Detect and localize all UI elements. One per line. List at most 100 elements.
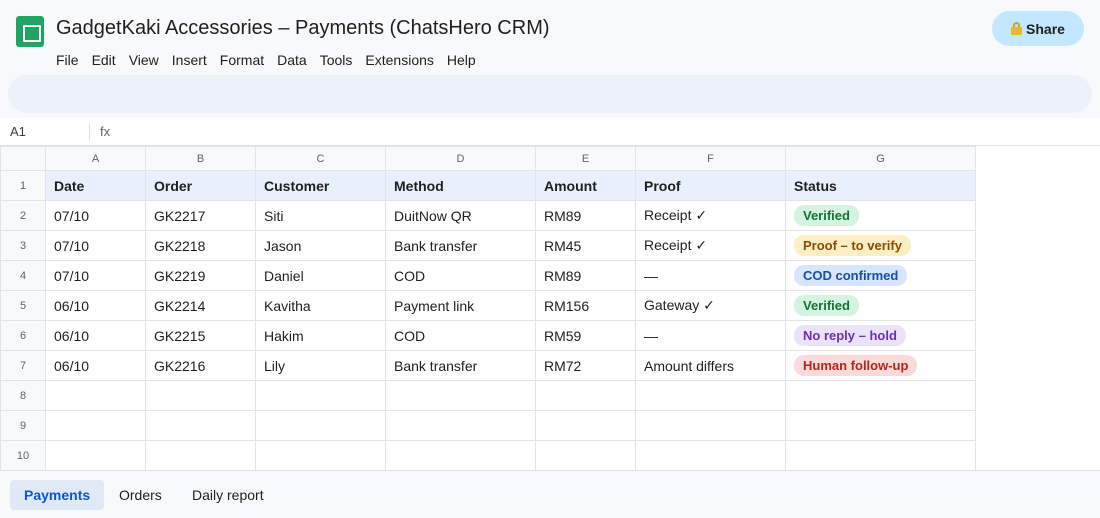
column-header-a[interactable]: A (45, 146, 146, 171)
cell-amount[interactable]: RM59 (535, 320, 636, 351)
cell-order[interactable]: GK2214 (145, 290, 256, 321)
empty-cell[interactable] (255, 410, 386, 441)
column-header-f[interactable]: F (635, 146, 786, 171)
empty-cell[interactable] (785, 440, 976, 471)
cell-order[interactable]: GK2217 (145, 200, 256, 231)
empty-cell[interactable] (635, 410, 786, 441)
row-number[interactable]: 10 (0, 440, 46, 471)
menu-extensions[interactable]: Extensions (359, 52, 440, 68)
empty-cell[interactable] (45, 380, 146, 411)
column-header-e[interactable]: E (535, 146, 636, 171)
menu-insert[interactable]: Insert (165, 52, 213, 68)
cell-status[interactable]: Verified (785, 200, 976, 231)
empty-cell[interactable] (635, 380, 786, 411)
cell-date[interactable]: 07/10 (45, 260, 146, 291)
row-number[interactable]: 3 (0, 230, 46, 261)
header-cell-amount[interactable]: Amount (535, 170, 636, 201)
cell-method[interactable]: Payment link (385, 290, 536, 321)
empty-cell[interactable] (45, 410, 146, 441)
cell-date[interactable]: 07/10 (45, 200, 146, 231)
header-cell-customer[interactable]: Customer (255, 170, 386, 201)
empty-cell[interactable] (535, 410, 636, 441)
row-number[interactable]: 9 (0, 410, 46, 441)
cell-proof[interactable]: — (635, 320, 786, 351)
cell-status[interactable]: Proof – to verify (785, 230, 976, 261)
select-all-corner[interactable] (0, 146, 46, 171)
cell-method[interactable]: COD (385, 320, 536, 351)
column-header-c[interactable]: C (255, 146, 386, 171)
row-number[interactable]: 5 (0, 290, 46, 321)
cell-customer[interactable]: Siti (255, 200, 386, 231)
empty-cell[interactable] (785, 380, 976, 411)
empty-cell[interactable] (385, 380, 536, 411)
row-number[interactable]: 1 (0, 170, 46, 201)
column-header-d[interactable]: D (385, 146, 536, 171)
empty-cell[interactable] (385, 410, 536, 441)
cell-amount[interactable]: RM156 (535, 290, 636, 321)
cell-method[interactable]: DuitNow QR (385, 200, 536, 231)
cell-order[interactable]: GK2215 (145, 320, 256, 351)
menu-file[interactable]: File (56, 52, 85, 68)
empty-cell[interactable] (45, 440, 146, 471)
cell-amount[interactable]: RM72 (535, 350, 636, 381)
menu-tools[interactable]: Tools (313, 52, 359, 68)
toolbar[interactable] (8, 75, 1092, 113)
row-number[interactable]: 6 (0, 320, 46, 351)
sheet-tab-daily-report[interactable]: Daily report (178, 480, 278, 510)
cell-order[interactable]: GK2216 (145, 350, 256, 381)
cell-status[interactable]: No reply – hold (785, 320, 976, 351)
row-number[interactable]: 4 (0, 260, 46, 291)
cell-status[interactable]: Verified (785, 290, 976, 321)
cell-order[interactable]: GK2219 (145, 260, 256, 291)
cell-status[interactable]: COD confirmed (785, 260, 976, 291)
menu-edit[interactable]: Edit (85, 52, 122, 68)
menu-help[interactable]: Help (440, 52, 482, 68)
header-cell-order[interactable]: Order (145, 170, 256, 201)
name-box[interactable]: A1 (10, 124, 26, 139)
empty-cell[interactable] (535, 440, 636, 471)
empty-cell[interactable] (145, 440, 256, 471)
cell-customer[interactable]: Hakim (255, 320, 386, 351)
empty-cell[interactable] (535, 380, 636, 411)
cell-method[interactable]: Bank transfer (385, 230, 536, 261)
menu-data[interactable]: Data (271, 52, 314, 68)
document-title[interactable]: GadgetKaki Accessories – Payments (Chats… (56, 17, 550, 40)
cell-amount[interactable]: RM89 (535, 260, 636, 291)
cell-proof[interactable]: — (635, 260, 786, 291)
row-number[interactable]: 7 (0, 350, 46, 381)
cell-date[interactable]: 06/10 (45, 350, 146, 381)
share-button[interactable]: Share (992, 11, 1084, 46)
empty-cell[interactable] (635, 440, 786, 471)
cell-customer[interactable]: Kavitha (255, 290, 386, 321)
cell-order[interactable]: GK2218 (145, 230, 256, 261)
cell-date[interactable]: 06/10 (45, 290, 146, 321)
cell-method[interactable]: COD (385, 260, 536, 291)
cell-amount[interactable]: RM45 (535, 230, 636, 261)
cell-date[interactable]: 06/10 (45, 320, 146, 351)
empty-cell[interactable] (385, 440, 536, 471)
header-cell-method[interactable]: Method (385, 170, 536, 201)
cell-status[interactable]: Human follow-up (785, 350, 976, 381)
cell-proof[interactable]: Receipt ✓ (635, 200, 786, 231)
empty-cell[interactable] (145, 380, 256, 411)
header-cell-proof[interactable]: Proof (635, 170, 786, 201)
row-number[interactable]: 8 (0, 380, 46, 411)
header-cell-status[interactable]: Status (785, 170, 976, 201)
menu-view[interactable]: View (122, 52, 165, 68)
menu-format[interactable]: Format (213, 52, 270, 68)
cell-proof[interactable]: Gateway ✓ (635, 290, 786, 321)
cell-customer[interactable]: Daniel (255, 260, 386, 291)
cell-proof[interactable]: Receipt ✓ (635, 230, 786, 261)
cell-amount[interactable]: RM89 (535, 200, 636, 231)
cell-customer[interactable]: Lily (255, 350, 386, 381)
column-header-g[interactable]: G (785, 146, 976, 171)
cell-customer[interactable]: Jason (255, 230, 386, 261)
empty-cell[interactable] (785, 410, 976, 441)
header-cell-date[interactable]: Date (45, 170, 146, 201)
empty-cell[interactable] (255, 380, 386, 411)
cell-method[interactable]: Bank transfer (385, 350, 536, 381)
column-header-b[interactable]: B (145, 146, 256, 171)
sheet-tab-orders[interactable]: Orders (105, 480, 176, 510)
empty-cell[interactable] (145, 410, 256, 441)
row-number[interactable]: 2 (0, 200, 46, 231)
